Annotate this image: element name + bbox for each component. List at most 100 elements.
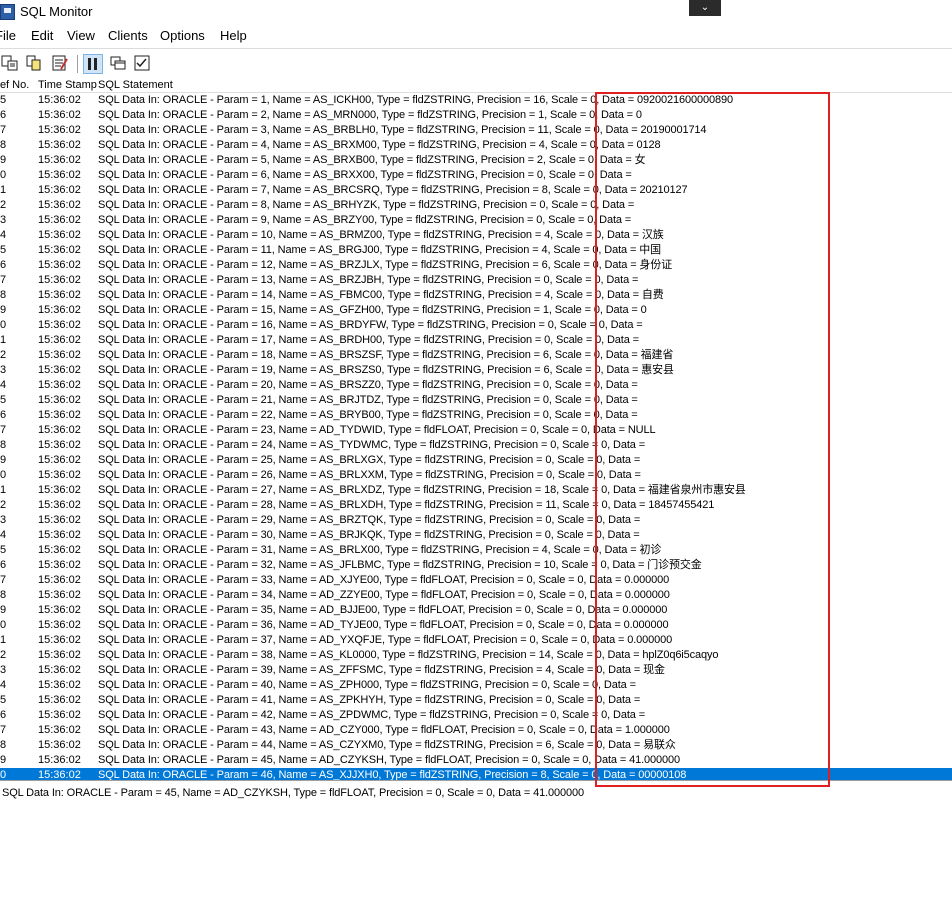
table-row[interactable]: 5 15:36:02 SQL Data In: ORACLE - Param = 4… bbox=[0, 693, 952, 708]
table-row[interactable]: 8 15:36:02 SQL Data In: ORACLE - Param = 2… bbox=[0, 438, 952, 453]
table-row[interactable]: 4 15:36:02 SQL Data In: ORACLE - Param = 1… bbox=[0, 228, 952, 243]
pane-splitter[interactable] bbox=[0, 780, 952, 781]
menu-help[interactable]: Help bbox=[220, 28, 247, 44]
time-stamp-cell: 15:36:02 bbox=[38, 604, 81, 616]
table-row[interactable]: 7 15:36:02 SQL Data In: ORACLE - Param = 2… bbox=[0, 423, 952, 438]
table-row[interactable]: 1 15:36:02 SQL Data In: ORACLE - Param = 7… bbox=[0, 183, 952, 198]
menu-edit[interactable]: Edit bbox=[31, 28, 53, 44]
table-row[interactable]: 8 15:36:02 SQL Data In: ORACLE - Param = 3… bbox=[0, 588, 952, 603]
table-row[interactable]: 6 15:36:02 SQL Data In: ORACLE - Param = 2… bbox=[0, 108, 952, 123]
time-stamp-cell: 15:36:02 bbox=[38, 169, 81, 181]
ref-no-cell: 3 bbox=[0, 514, 7, 526]
table-row[interactable]: 8 15:36:02 SQL Data In: ORACLE - Param = 1… bbox=[0, 288, 952, 303]
chevron-down-icon[interactable]: ⌄ bbox=[689, 0, 721, 16]
time-stamp-cell: 15:36:02 bbox=[38, 724, 81, 736]
menu-clients[interactable]: Clients bbox=[108, 28, 148, 44]
table-row[interactable]: 4 15:36:02 SQL Data In: ORACLE - Param = 2… bbox=[0, 378, 952, 393]
table-row[interactable]: 1 15:36:02 SQL Data In: ORACLE - Param = 1… bbox=[0, 333, 952, 348]
save-log-button[interactable] bbox=[0, 54, 20, 74]
sql-statement-cell: SQL Data In: ORACLE - Param = 26, Name =… bbox=[98, 469, 641, 481]
sql-statement-cell: SQL Data In: ORACLE - Param = 13, Name =… bbox=[98, 274, 639, 286]
sql-statement-cell: SQL Data In: ORACLE - Param = 38, Name =… bbox=[98, 649, 719, 661]
time-stamp-cell: 15:36:02 bbox=[38, 229, 81, 241]
pause-button[interactable] bbox=[83, 54, 103, 74]
table-row[interactable]: 2 15:36:02 SQL Data In: ORACLE - Param = 2… bbox=[0, 498, 952, 513]
table-row[interactable]: 2 15:36:02 SQL Data In: ORACLE - Param = 3… bbox=[0, 648, 952, 663]
menu-view[interactable]: View bbox=[67, 28, 95, 44]
table-row[interactable]: 5 15:36:02 SQL Data In: ORACLE - Param = 1… bbox=[0, 243, 952, 258]
table-row[interactable]: 4 15:36:02 SQL Data In: ORACLE - Param = 4… bbox=[0, 678, 952, 693]
table-row[interactable]: 4 15:36:02 SQL Data In: ORACLE - Param = 3… bbox=[0, 528, 952, 543]
time-stamp-cell: 15:36:02 bbox=[38, 694, 81, 706]
options-button[interactable] bbox=[132, 54, 152, 74]
table-row[interactable]: 8 15:36:02 SQL Data In: ORACLE - Param = 4… bbox=[0, 738, 952, 753]
table-row[interactable]: 3 15:36:02 SQL Data In: ORACLE - Param = 9… bbox=[0, 213, 952, 228]
table-row[interactable]: 0 15:36:02 SQL Data In: ORACLE - Param = 3… bbox=[0, 618, 952, 633]
table-row[interactable]: 0 15:36:02 SQL Data In: ORACLE - Param = 6… bbox=[0, 168, 952, 183]
windows-icon bbox=[109, 56, 127, 75]
table-row[interactable]: 8 15:36:02 SQL Data In: ORACLE - Param = 4… bbox=[0, 138, 952, 153]
sql-log-list[interactable]: 5 15:36:02 SQL Data In: ORACLE - Param = 1… bbox=[0, 93, 952, 780]
time-stamp-cell: 15:36:02 bbox=[38, 259, 81, 271]
table-row[interactable]: 6 15:36:02 SQL Data In: ORACLE - Param = 2… bbox=[0, 408, 952, 423]
ref-no-cell: 4 bbox=[0, 529, 7, 541]
time-stamp-cell: 15:36:02 bbox=[38, 769, 81, 780]
ref-no-cell: 6 bbox=[0, 259, 7, 271]
table-row[interactable]: 7 15:36:02 SQL Data In: ORACLE - Param = 3… bbox=[0, 123, 952, 138]
table-row[interactable]: 9 15:36:02 SQL Data In: ORACLE - Param = 3… bbox=[0, 603, 952, 618]
windows-button[interactable] bbox=[108, 54, 128, 74]
column-header-time-stamp[interactable]: Time Stamp bbox=[38, 79, 97, 92]
ref-no-cell: 3 bbox=[0, 364, 7, 376]
copy-button[interactable] bbox=[24, 54, 44, 74]
sql-statement-cell: SQL Data In: ORACLE - Param = 39, Name =… bbox=[98, 664, 665, 676]
table-row[interactable]: 2 15:36:02 SQL Data In: ORACLE - Param = 8… bbox=[0, 198, 952, 213]
table-row[interactable]: 3 15:36:02 SQL Data In: ORACLE - Param = 3… bbox=[0, 663, 952, 678]
sql-statement-cell: SQL Data In: ORACLE - Param = 12, Name =… bbox=[98, 259, 673, 271]
time-stamp-cell: 15:36:02 bbox=[38, 184, 81, 196]
table-row[interactable]: 0 15:36:02 SQL Data In: ORACLE - Param = 4… bbox=[0, 768, 952, 780]
table-row[interactable]: 7 15:36:02 SQL Data In: ORACLE - Param = 3… bbox=[0, 573, 952, 588]
time-stamp-cell: 15:36:02 bbox=[38, 544, 81, 556]
menu-options[interactable]: Options bbox=[160, 28, 205, 44]
table-row[interactable]: 9 15:36:02 SQL Data In: ORACLE - Param = 2… bbox=[0, 453, 952, 468]
table-row[interactable]: 1 15:36:02 SQL Data In: ORACLE - Param = 3… bbox=[0, 633, 952, 648]
table-row[interactable]: 2 15:36:02 SQL Data In: ORACLE - Param = 1… bbox=[0, 348, 952, 363]
table-row[interactable]: 7 15:36:02 SQL Data In: ORACLE - Param = 4… bbox=[0, 723, 952, 738]
table-row[interactable]: 5 15:36:02 SQL Data In: ORACLE - Param = 2… bbox=[0, 393, 952, 408]
sql-statement-cell: SQL Data In: ORACLE - Param = 19, Name =… bbox=[98, 364, 674, 376]
table-row[interactable]: 6 15:36:02 SQL Data In: ORACLE - Param = 1… bbox=[0, 258, 952, 273]
table-row[interactable]: 5 15:36:02 SQL Data In: ORACLE - Param = 3… bbox=[0, 543, 952, 558]
column-header-ref-no[interactable]: Ref No. bbox=[0, 79, 29, 92]
clear-log-button[interactable] bbox=[50, 54, 70, 74]
table-row[interactable]: 0 15:36:02 SQL Data In: ORACLE - Param = 1… bbox=[0, 318, 952, 333]
time-stamp-cell: 15:36:02 bbox=[38, 379, 81, 391]
table-row[interactable]: 5 15:36:02 SQL Data In: ORACLE - Param = 1… bbox=[0, 93, 952, 108]
time-stamp-cell: 15:36:02 bbox=[38, 244, 81, 256]
table-row[interactable]: 9 15:36:02 SQL Data In: ORACLE - Param = 5… bbox=[0, 153, 952, 168]
table-row[interactable]: 0 15:36:02 SQL Data In: ORACLE - Param = 2… bbox=[0, 468, 952, 483]
table-row[interactable]: 3 15:36:02 SQL Data In: ORACLE - Param = 2… bbox=[0, 513, 952, 528]
table-row[interactable]: 3 15:36:02 SQL Data In: ORACLE - Param = 1… bbox=[0, 363, 952, 378]
table-row[interactable]: 6 15:36:02 SQL Data In: ORACLE - Param = 4… bbox=[0, 708, 952, 723]
sql-statement-cell: SQL Data In: ORACLE - Param = 29, Name =… bbox=[98, 514, 641, 526]
ref-no-cell: 8 bbox=[0, 589, 7, 601]
table-row[interactable]: 6 15:36:02 SQL Data In: ORACLE - Param = 3… bbox=[0, 558, 952, 573]
table-row[interactable]: 9 15:36:02 SQL Data In: ORACLE - Param = 1… bbox=[0, 303, 952, 318]
table-row[interactable]: 1 15:36:02 SQL Data In: ORACLE - Param = 2… bbox=[0, 483, 952, 498]
time-stamp-cell: 15:36:02 bbox=[38, 664, 81, 676]
ref-no-cell: 2 bbox=[0, 199, 7, 211]
time-stamp-cell: 15:36:02 bbox=[38, 469, 81, 481]
sql-statement-cell: SQL Data In: ORACLE - Param = 30, Name =… bbox=[98, 529, 640, 541]
copy-icon bbox=[25, 55, 43, 75]
detail-text: SQL Data In: ORACLE - Param = 45, Name =… bbox=[2, 787, 584, 799]
table-row[interactable]: 9 15:36:02 SQL Data In: ORACLE - Param = 4… bbox=[0, 753, 952, 768]
time-stamp-cell: 15:36:02 bbox=[38, 304, 81, 316]
ref-no-cell: 6 bbox=[0, 709, 7, 721]
sql-statement-cell: SQL Data In: ORACLE - Param = 35, Name =… bbox=[98, 604, 668, 616]
menu-file[interactable]: File bbox=[0, 28, 16, 44]
ref-no-cell: 1 bbox=[0, 334, 7, 346]
table-row[interactable]: 7 15:36:02 SQL Data In: ORACLE - Param = 1… bbox=[0, 273, 952, 288]
column-header-sql-statement[interactable]: SQL Statement bbox=[98, 79, 173, 92]
ref-no-cell: 1 bbox=[0, 634, 7, 646]
time-stamp-cell: 15:36:02 bbox=[38, 274, 81, 286]
